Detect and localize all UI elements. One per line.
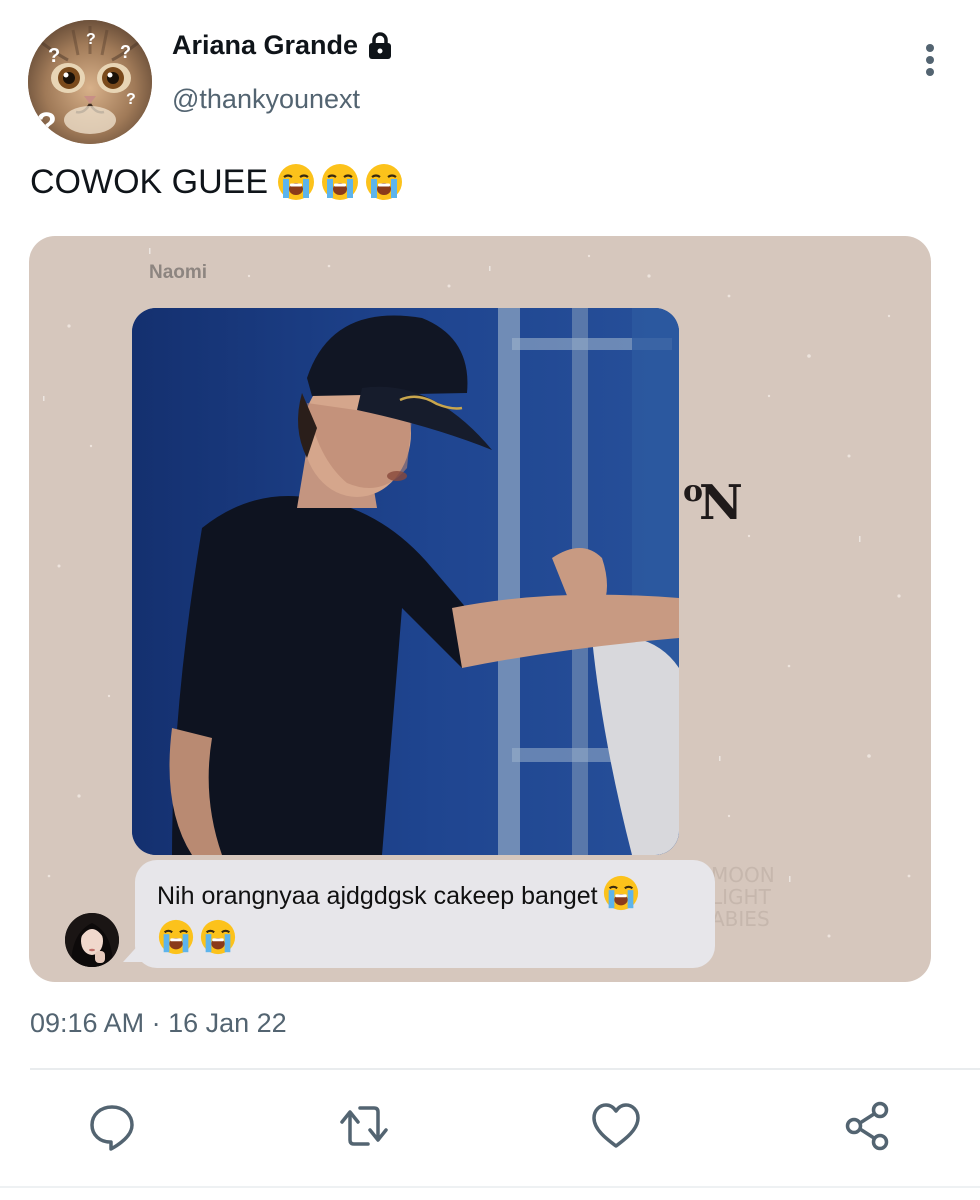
- lock-icon: [366, 31, 394, 61]
- tweet-media-image[interactable]: Naomi oN MOON LIGHT ABIES Nih orangnyaa …: [29, 236, 931, 982]
- girl-portrait-avatar: [65, 913, 119, 967]
- tweet: ? ? ? ? ? Ariana Grande @thankyounext CO…: [0, 0, 980, 1200]
- background-letter: N: [699, 475, 743, 531]
- svg-text:?: ?: [126, 91, 136, 108]
- retweet-button[interactable]: [336, 1098, 392, 1154]
- background-letters: oN: [683, 474, 743, 531]
- loudly-crying-face-emoji: [364, 162, 404, 202]
- chat-message-text: Nih orangnyaa ajdgdgsk cakeep banget: [157, 882, 598, 910]
- watermark-line: LIGHT: [711, 885, 771, 909]
- cat-face-avatar-image: ? ? ? ? ?: [28, 20, 152, 144]
- user-handle[interactable]: @thankyounext: [172, 84, 360, 115]
- svg-text:?: ?: [86, 31, 96, 48]
- tweet-emojis: [276, 162, 404, 202]
- watermark-line: MOON: [711, 863, 775, 887]
- share-button[interactable]: [840, 1098, 896, 1154]
- loudly-crying-face-emoji: [276, 162, 316, 202]
- man-in-black-cap-photo: [132, 308, 679, 855]
- svg-text:?: ?: [36, 106, 57, 144]
- tweet-timestamp[interactable]: 09:16 AM · 16 Jan 22: [30, 1008, 287, 1039]
- heart-icon: [592, 1103, 640, 1148]
- loudly-crying-face-emoji: [199, 918, 237, 956]
- loudly-crying-face-emoji: [157, 918, 195, 956]
- display-name-row[interactable]: Ariana Grande: [172, 30, 394, 61]
- share-icon: [845, 1101, 889, 1151]
- chat-photo: [132, 308, 679, 855]
- chat-sender-name: Naomi: [149, 262, 208, 283]
- tweet-actions-bar: [0, 1098, 980, 1158]
- chat-message-bubble: Nih orangnyaa ajdgdgsk cakeep banget: [135, 860, 715, 968]
- loudly-crying-face-emoji: [320, 162, 360, 202]
- display-name[interactable]: Ariana Grande: [172, 30, 358, 61]
- divider: [30, 1068, 980, 1070]
- watermark-line: ABIES: [711, 907, 770, 931]
- like-button[interactable]: [588, 1098, 644, 1154]
- retweet-icon: [340, 1106, 388, 1146]
- reply-icon: [90, 1105, 134, 1151]
- tweet-text-content: COWOK GUEE: [30, 162, 269, 201]
- user-avatar[interactable]: ? ? ? ? ?: [28, 20, 152, 144]
- svg-text:?: ?: [48, 45, 60, 67]
- svg-text:?: ?: [120, 42, 131, 62]
- watermark: MOON LIGHT ABIES: [711, 864, 775, 930]
- more-options-icon[interactable]: [912, 40, 948, 80]
- chat-sender-avatar: [65, 913, 119, 967]
- reply-button[interactable]: [84, 1098, 140, 1154]
- tweet-text: COWOK GUEE: [30, 162, 404, 202]
- background-superscript: o: [683, 474, 703, 509]
- bottom-divider: [0, 1186, 980, 1188]
- loudly-crying-face-emoji: [602, 874, 640, 912]
